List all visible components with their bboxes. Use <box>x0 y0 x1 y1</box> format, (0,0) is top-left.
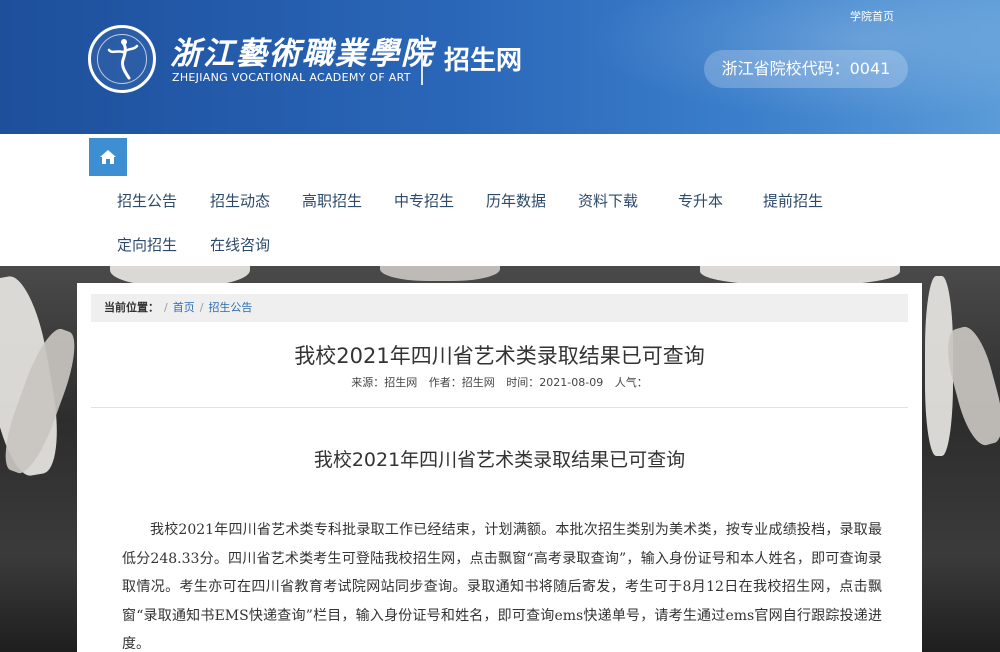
nav-item-secondary[interactable]: 中专招生 <box>394 190 454 211</box>
meta-views: 人气： <box>614 376 648 389</box>
meta-source: 来源：招生网 <box>351 376 418 389</box>
breadcrumb-announcements[interactable]: 招生公告 <box>208 301 252 314</box>
article-panel: 当前位置： / 首页 / 招生公告 我校2021年四川省艺术类录取结果已可查询 来源：招… <box>77 283 922 652</box>
breadcrumb-home[interactable]: 首页 <box>173 301 195 314</box>
breadcrumb-label: 当前位置： <box>104 301 159 314</box>
nav-item-downloads[interactable]: 资料下载 <box>578 190 638 211</box>
article-title: 我校2021年四川省艺术类录取结果已可查询 <box>294 344 705 368</box>
college-home-link[interactable]: 学院首页 <box>850 8 894 24</box>
article-meta: 来源：招生网 作者：招生网 时间：2021-08-09 人气： <box>77 374 922 390</box>
article-subtitle: 我校2021年四川省艺术类录取结果已可查询 <box>313 449 686 471</box>
college-name-en: ZHEJIANG VOCATIONAL ACADEMY OF ART <box>172 71 411 84</box>
nav-item-upgrade[interactable]: 专升本 <box>678 190 723 211</box>
logo-divider <box>421 35 423 85</box>
nav-item-online-consult[interactable]: 在线咨询 <box>210 234 270 255</box>
nav-item-history-data[interactable]: 历年数据 <box>486 190 546 211</box>
nav-item-early-admission[interactable]: 提前招生 <box>763 190 823 211</box>
college-name-cn: 浙江藝術職業學院 <box>170 36 434 72</box>
school-code-badge: 浙江省院校代码：0041 <box>704 50 908 88</box>
article-body: 我校2021年四川省艺术类专科批录取工作已经结束，计划满额。本批次招生类别为美术… <box>122 522 882 652</box>
site-header: 学院首页 浙江藝術職業學院 ZHEJIANG VOCATIONAL ACADEM… <box>0 0 1000 134</box>
breadcrumb-separator: / <box>164 301 168 314</box>
nav-item-announcements[interactable]: 招生公告 <box>117 190 177 211</box>
home-button[interactable] <box>89 138 127 176</box>
dancer-figure-icon <box>107 39 139 80</box>
site-name: 招生网 <box>444 46 523 76</box>
home-icon <box>100 150 116 164</box>
college-emblem-icon[interactable] <box>88 25 156 93</box>
breadcrumb-separator: / <box>199 301 204 314</box>
nav-item-higher-vocational[interactable]: 高职招生 <box>302 190 362 211</box>
nav-item-directed[interactable]: 定向招生 <box>117 234 177 255</box>
breadcrumb: 当前位置： / 首页 / 招生公告 <box>91 294 908 322</box>
meta-author: 作者：招生网 <box>428 376 495 389</box>
meta-time: 时间：2021-08-09 <box>506 376 604 389</box>
dancer-shape <box>380 266 500 281</box>
title-divider <box>91 407 908 408</box>
nav-item-news[interactable]: 招生动态 <box>210 190 270 211</box>
main-nav: 招生公告 招生动态 高职招生 中专招生 历年数据 资料下载 专升本 提前招生 定… <box>0 134 1000 266</box>
